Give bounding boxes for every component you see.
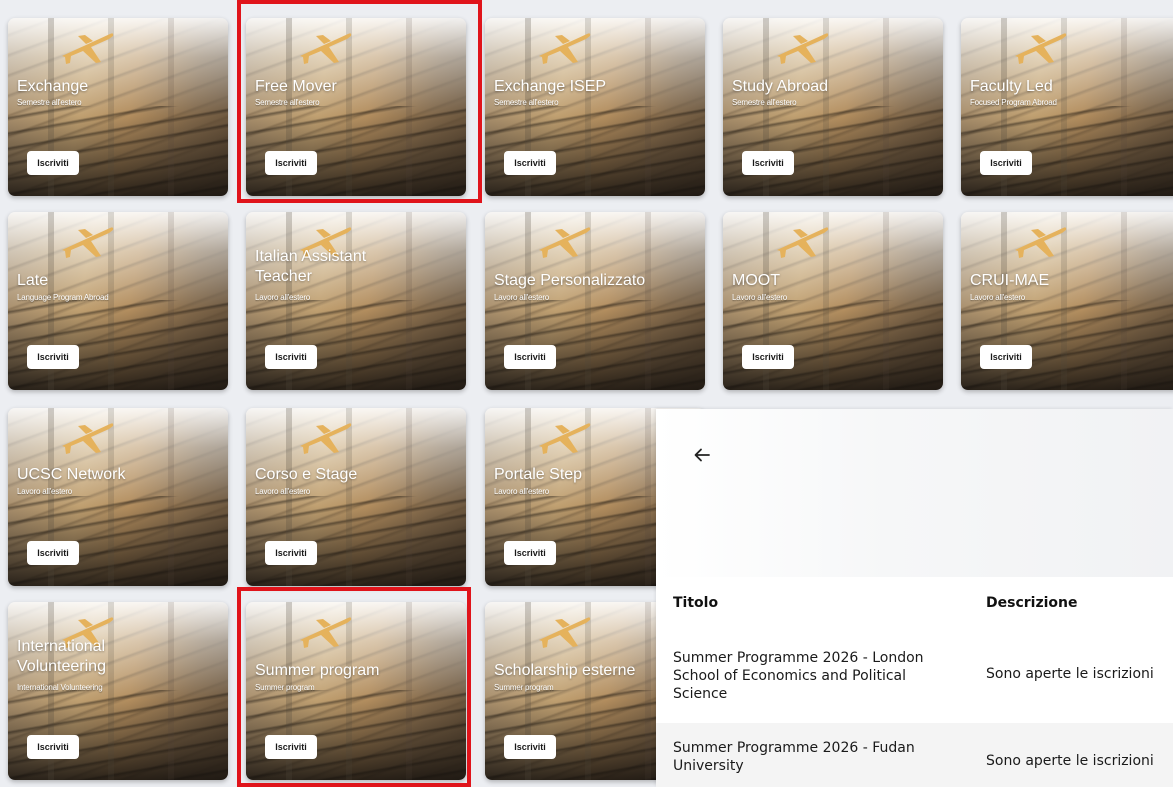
enroll-button[interactable]: Iscriviti [265, 735, 317, 759]
airplane-icon [777, 227, 829, 258]
program-card-study-abroad[interactable]: Study Abroad Semestre all'estero Iscrivi… [723, 18, 943, 196]
program-card-exchange-isep[interactable]: Exchange ISEP Semestre all'estero Iscriv… [485, 18, 705, 196]
airplane-icon [539, 423, 591, 454]
card-subtitle: Lavoro all'estero [494, 487, 550, 496]
airplane-icon [62, 423, 114, 454]
card-title: CRUI-MAE [970, 272, 1050, 289]
card-subtitle: Lavoro all'estero [494, 293, 550, 302]
card-title: Exchange ISEP [494, 78, 607, 95]
card-subtitle: Semestre all'estero [17, 98, 82, 107]
enroll-button[interactable]: Iscriviti [742, 345, 794, 369]
card-subtitle: Lavoro all'estero [255, 293, 311, 302]
card-title: Summer program [255, 662, 380, 679]
card-subtitle: Lavoro all'estero [17, 487, 73, 496]
enroll-button[interactable]: Iscriviti [980, 345, 1032, 369]
enroll-button[interactable]: Iscriviti [265, 541, 317, 565]
card-title: Late [17, 272, 49, 289]
program-card-faculty-led[interactable]: Faculty Led Focused Program Abroad Iscri… [961, 18, 1173, 196]
airplane-icon [300, 423, 352, 454]
row-description: Sono aperte le iscrizioni [986, 753, 1154, 769]
panel-header [656, 409, 1173, 577]
card-title: Exchange [17, 78, 89, 95]
enroll-button[interactable]: Iscriviti [27, 151, 79, 175]
arrow-left-icon [694, 448, 710, 462]
row-title: Summer Programme 2026 - Fudan University [673, 740, 915, 774]
airplane-icon [62, 227, 114, 258]
enroll-button[interactable]: Iscriviti [265, 151, 317, 175]
card-title: MOOT [732, 272, 780, 289]
program-card-italian-assistant-teacher[interactable]: Italian Assistant Teacher Lavoro all'est… [246, 212, 466, 390]
card-subtitle: Summer program [494, 683, 554, 692]
card-title: Italian Assistant Teacher [255, 248, 367, 285]
airplane-icon [1015, 33, 1067, 64]
enroll-button[interactable]: Iscriviti [27, 345, 79, 369]
enroll-button[interactable]: Iscriviti [742, 151, 794, 175]
card-title: Corso e Stage [255, 466, 358, 483]
airplane-icon [1015, 227, 1067, 258]
program-card-moot[interactable]: MOOT Lavoro all'estero Iscriviti [723, 212, 943, 390]
table-row[interactable]: Summer Programme 2026 - Fudan University… [656, 723, 1173, 787]
row-title: Summer Programme 2026 - London School of… [673, 650, 924, 702]
enroll-button[interactable]: Iscriviti [27, 735, 79, 759]
program-card-international-volunteering[interactable]: International Volunteering International… [8, 602, 228, 780]
enroll-button[interactable]: Iscriviti [27, 541, 79, 565]
enroll-button[interactable]: Iscriviti [504, 541, 556, 565]
card-subtitle: Semestre all'estero [255, 98, 320, 107]
card-subtitle: Lavoro all'estero [732, 293, 788, 302]
table-row[interactable]: Summer Programme 2026 - London School of… [656, 633, 1173, 723]
program-card-exchange[interactable]: Exchange Semestre all'estero Iscriviti [8, 18, 228, 196]
airplane-icon [777, 33, 829, 64]
card-title: Stage Personalizzato [494, 272, 646, 289]
program-card-corso-e-stage[interactable]: Corso e Stage Lavoro all'estero Iscrivit… [246, 408, 466, 586]
airplane-icon [539, 33, 591, 64]
enroll-button[interactable]: Iscriviti [504, 345, 556, 369]
card-title: Faculty Led [970, 78, 1053, 95]
enroll-button[interactable]: Iscriviti [504, 151, 556, 175]
card-subtitle: Semestre all'estero [732, 98, 797, 107]
program-card-ucsc-network[interactable]: UCSC Network Lavoro all'estero Iscriviti [8, 408, 228, 586]
airplane-icon [539, 227, 591, 258]
card-title: International Volunteering [17, 638, 106, 675]
enroll-button[interactable]: Iscriviti [980, 151, 1032, 175]
airplane-icon [62, 33, 114, 64]
card-subtitle: International Volunteering [17, 683, 103, 692]
card-subtitle: Lavoro all'estero [255, 487, 311, 496]
card-title: UCSC Network [17, 466, 126, 483]
card-subtitle: Lavoro all'estero [970, 293, 1026, 302]
program-card-free-mover[interactable]: Free Mover Semestre all'estero Iscriviti [246, 18, 466, 196]
card-subtitle: Language Program Abroad [17, 293, 109, 302]
back-button[interactable] [688, 441, 716, 469]
airplane-icon [300, 33, 352, 64]
card-subtitle: Summer program [255, 683, 315, 692]
enroll-button[interactable]: Iscriviti [265, 345, 317, 369]
card-title: Study Abroad [732, 78, 829, 95]
program-card-summer-program[interactable]: Summer program Summer program Iscriviti [246, 602, 466, 780]
program-card-stage-personalizzato[interactable]: Stage Personalizzato Lavoro all'estero I… [485, 212, 705, 390]
program-card-crui-mae[interactable]: CRUI-MAE Lavoro all'estero Iscriviti [961, 212, 1173, 390]
airplane-icon [300, 617, 352, 648]
program-detail-panel: Titolo Descrizione Summer Programme 2026… [656, 409, 1173, 787]
column-header-description: Descrizione [986, 595, 1078, 611]
programs-table: Titolo Descrizione Summer Programme 2026… [656, 577, 1173, 787]
enroll-button[interactable]: Iscriviti [504, 735, 556, 759]
program-card-late[interactable]: Late Language Program Abroad Iscriviti [8, 212, 228, 390]
table-header-row: Titolo Descrizione [656, 577, 1173, 633]
column-header-title: Titolo [673, 595, 719, 611]
card-subtitle: Focused Program Abroad [970, 98, 1057, 107]
airplane-icon [539, 617, 591, 648]
row-description: Sono aperte le iscrizioni [986, 666, 1154, 682]
card-subtitle: Semestre all'estero [494, 98, 559, 107]
card-title: Free Mover [255, 78, 337, 95]
